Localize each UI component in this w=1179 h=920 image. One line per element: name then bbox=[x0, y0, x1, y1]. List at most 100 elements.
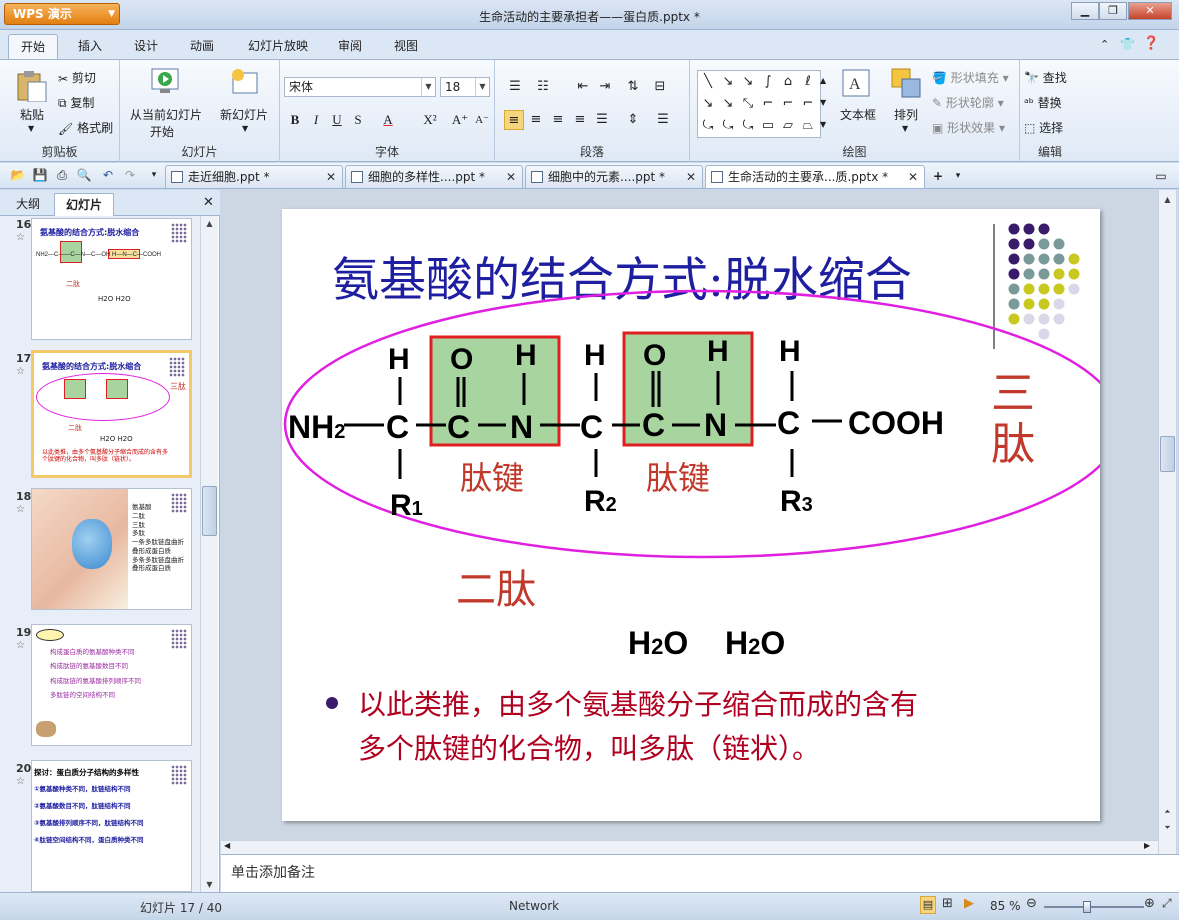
close-window-button[interactable]: ✕ bbox=[1128, 2, 1172, 20]
rect-shape-icon[interactable]: ▭ bbox=[758, 115, 778, 137]
shapes-gallery[interactable]: ╲ ↘ ↘ ∫ ⌂ ℓ ↘ ↘ ⤡ ⌐ ⌐ ⌐ ⤿ ⤿ ⤿ ▭ ▱ ⏢ bbox=[697, 70, 821, 138]
scroll-up-icon[interactable]: ▲ bbox=[202, 216, 217, 231]
scroll-thumb[interactable] bbox=[1160, 436, 1175, 472]
prev-slide-icon[interactable]: ⏶ bbox=[1160, 804, 1175, 819]
notes-placeholder[interactable]: 单击添加备注 bbox=[231, 862, 315, 882]
new-slide-icon[interactable] bbox=[228, 67, 260, 100]
play-from-current-label[interactable]: 从当前幻灯片 bbox=[130, 106, 202, 123]
slide[interactable]: 氨基酸的结合方式:脱水缩合 NH2 H C R1 O H C N H C R2 … bbox=[282, 209, 1100, 821]
elbow-shape-icon[interactable]: ⌐ bbox=[798, 93, 818, 115]
align-center-button[interactable]: ≡ bbox=[526, 110, 546, 130]
italic-button[interactable]: I bbox=[306, 110, 326, 130]
notes-pane[interactable]: 单击添加备注 bbox=[221, 854, 1179, 892]
print-preview-icon[interactable]: 🔍 bbox=[76, 167, 92, 183]
elbow-shape-icon[interactable]: ⌐ bbox=[778, 93, 798, 115]
shrink-font-button[interactable]: A⁻ bbox=[472, 110, 492, 130]
superscript-button[interactable]: X² bbox=[420, 110, 440, 130]
close-tab-icon[interactable]: ✕ bbox=[506, 166, 516, 188]
close-pane-icon[interactable]: ✕ bbox=[203, 195, 214, 210]
line-shape-icon[interactable]: ↘ bbox=[698, 93, 718, 115]
scroll-left-icon[interactable]: ◀ bbox=[224, 841, 230, 850]
trapezoid-shape-icon[interactable]: ⏢ bbox=[798, 115, 818, 137]
grow-font-button[interactable]: A⁺ bbox=[450, 110, 470, 130]
decrease-indent-icon[interactable]: ⇤ bbox=[573, 77, 593, 97]
scroll-right-icon[interactable]: ▶ bbox=[1144, 841, 1150, 850]
doc-tab[interactable]: 细胞的多样性....ppt * ✕ bbox=[345, 165, 523, 188]
freeform-shape-icon[interactable]: ⌂ bbox=[778, 71, 798, 93]
tab-insert[interactable]: 插入 bbox=[68, 34, 112, 60]
print-icon[interactable]: ⎙ bbox=[54, 167, 70, 183]
next-slide-icon[interactable]: ⏷ bbox=[1160, 820, 1175, 835]
shape-fill-button[interactable]: 🪣 形状填充 ▾ bbox=[932, 69, 1009, 86]
slide-thumbnail-17[interactable]: 氨基酸的结合方式:脱水缩合 三肽 二肽 H2O H2O 以此类推，由多个氨基酸分… bbox=[31, 350, 192, 478]
skin-icon[interactable]: 👕 bbox=[1120, 37, 1135, 51]
text-box-label[interactable]: 文本框 bbox=[840, 106, 876, 123]
paragraph-spacing-icon[interactable]: ☰ bbox=[653, 110, 673, 130]
slide-sorter-icon[interactable]: ⊞ bbox=[942, 896, 953, 911]
tab-view[interactable]: 视图 bbox=[384, 34, 428, 60]
find-button[interactable]: 🔭 查找 bbox=[1024, 69, 1067, 86]
underline-button[interactable]: U bbox=[327, 110, 347, 130]
chevron-down-icon[interactable]: ▾ bbox=[950, 168, 966, 184]
play-start-label[interactable]: 开始 bbox=[150, 123, 174, 140]
tab-home[interactable]: 开始 bbox=[8, 34, 58, 60]
arrow-shape-icon[interactable]: ⤡ bbox=[738, 93, 758, 115]
scroll-thumb[interactable] bbox=[202, 486, 217, 536]
doc-tab[interactable]: 细胞中的元素....ppt * ✕ bbox=[525, 165, 703, 188]
doc-tab-active[interactable]: 生命活动的主要承...质.pptx * ✕ bbox=[705, 165, 925, 188]
maximize-button[interactable]: ❐ bbox=[1099, 2, 1127, 20]
slide-canvas[interactable]: 氨基酸的结合方式:脱水缩合 NH2 H C R1 O H C N H C R2 … bbox=[221, 190, 1176, 854]
tab-design[interactable]: 设计 bbox=[124, 34, 168, 60]
format-painter-button[interactable]: 🖌 格式刷 bbox=[58, 119, 113, 136]
scribble-shape-icon[interactable]: ℓ bbox=[798, 71, 818, 93]
font-color-button[interactable]: A bbox=[378, 110, 398, 130]
bullets-icon[interactable]: ☰ bbox=[505, 77, 525, 97]
minimize-button[interactable]: ▁ bbox=[1071, 2, 1099, 20]
doc-tab[interactable]: 走近细胞.ppt * ✕ bbox=[165, 165, 343, 188]
slide-thumbnail-16[interactable]: 氨基酸的结合方式:脱水缩合 NH2—C——C—N—C—OH H—N—C—COOH… bbox=[31, 218, 192, 340]
line-spacing-icon[interactable]: ⇕ bbox=[623, 110, 643, 130]
bold-button[interactable]: B bbox=[285, 110, 305, 130]
arrow-shape-icon[interactable]: ↘ bbox=[718, 71, 738, 93]
new-slide-label[interactable]: 新幻灯片 bbox=[220, 106, 268, 123]
select-button[interactable]: ⬚ 选择 bbox=[1024, 119, 1063, 136]
fit-window-icon[interactable]: ⤢ bbox=[1162, 896, 1172, 911]
distribute-button[interactable]: ☰ bbox=[592, 110, 612, 130]
cut-button[interactable]: ✂ 剪切 bbox=[58, 69, 96, 86]
undo-icon[interactable]: ↶ bbox=[100, 167, 116, 183]
copy-button[interactable]: ⧉ 复制 bbox=[58, 94, 94, 111]
zoom-level[interactable]: 85 % bbox=[990, 899, 1021, 913]
shadow-button[interactable]: S bbox=[348, 110, 368, 130]
align-right-button[interactable]: ≡ bbox=[548, 110, 568, 130]
paste-button[interactable] bbox=[14, 68, 48, 105]
zoom-slider-handle[interactable] bbox=[1082, 901, 1091, 913]
tab-outline[interactable]: 大纲 bbox=[6, 193, 50, 216]
zoom-in-icon[interactable]: ⊕ bbox=[1144, 896, 1155, 911]
tab-list-icon[interactable]: ▭ bbox=[1153, 168, 1169, 184]
align-left-button[interactable]: ≡ bbox=[504, 110, 524, 130]
redo-icon[interactable]: ↷ bbox=[122, 167, 138, 183]
open-icon[interactable]: 📂 bbox=[10, 167, 26, 183]
scroll-down-icon[interactable]: ▼ bbox=[202, 877, 217, 892]
slide-thumbnail-20[interactable]: 探讨：蛋白质分子结构的多样性 ①氨基酸种类不同，肽链结构不同 ②氨基酸数目不同，肽… bbox=[31, 760, 192, 892]
scroll-up-icon[interactable]: ▲ bbox=[1160, 192, 1175, 207]
justify-button[interactable]: ≡ bbox=[570, 110, 590, 130]
slide-scrollbar[interactable]: ▲ ⏶ ⏷ bbox=[1158, 190, 1176, 854]
increase-indent-icon[interactable]: ⇥ bbox=[595, 77, 615, 97]
tab-slides[interactable]: 幻灯片 bbox=[54, 193, 114, 216]
zoom-out-icon[interactable]: ⊖ bbox=[1026, 896, 1037, 911]
shape-effect-button[interactable]: ▣ 形状效果 ▾ bbox=[932, 119, 1005, 136]
customize-toolbar-icon[interactable]: ▾ bbox=[146, 167, 162, 183]
arrow-shape-icon[interactable]: ↘ bbox=[738, 71, 758, 93]
font-name-select[interactable]: 宋体 ▼ bbox=[284, 77, 436, 97]
zoom-slider-track[interactable] bbox=[1044, 906, 1144, 908]
thumbnail-scrollbar[interactable]: ▲ ▼ bbox=[200, 216, 218, 892]
arrange-icon[interactable] bbox=[890, 67, 924, 102]
elbow-shape-icon[interactable]: ⌐ bbox=[758, 93, 778, 115]
tab-review[interactable]: 审阅 bbox=[330, 34, 370, 60]
close-tab-icon[interactable]: ✕ bbox=[908, 166, 918, 188]
text-box-icon[interactable]: A bbox=[840, 67, 872, 102]
slideshow-icon[interactable]: ▶ bbox=[964, 896, 974, 911]
tab-slideshow[interactable]: 幻灯片放映 bbox=[240, 34, 316, 60]
text-direction-icon[interactable]: ⇅ bbox=[623, 77, 643, 97]
